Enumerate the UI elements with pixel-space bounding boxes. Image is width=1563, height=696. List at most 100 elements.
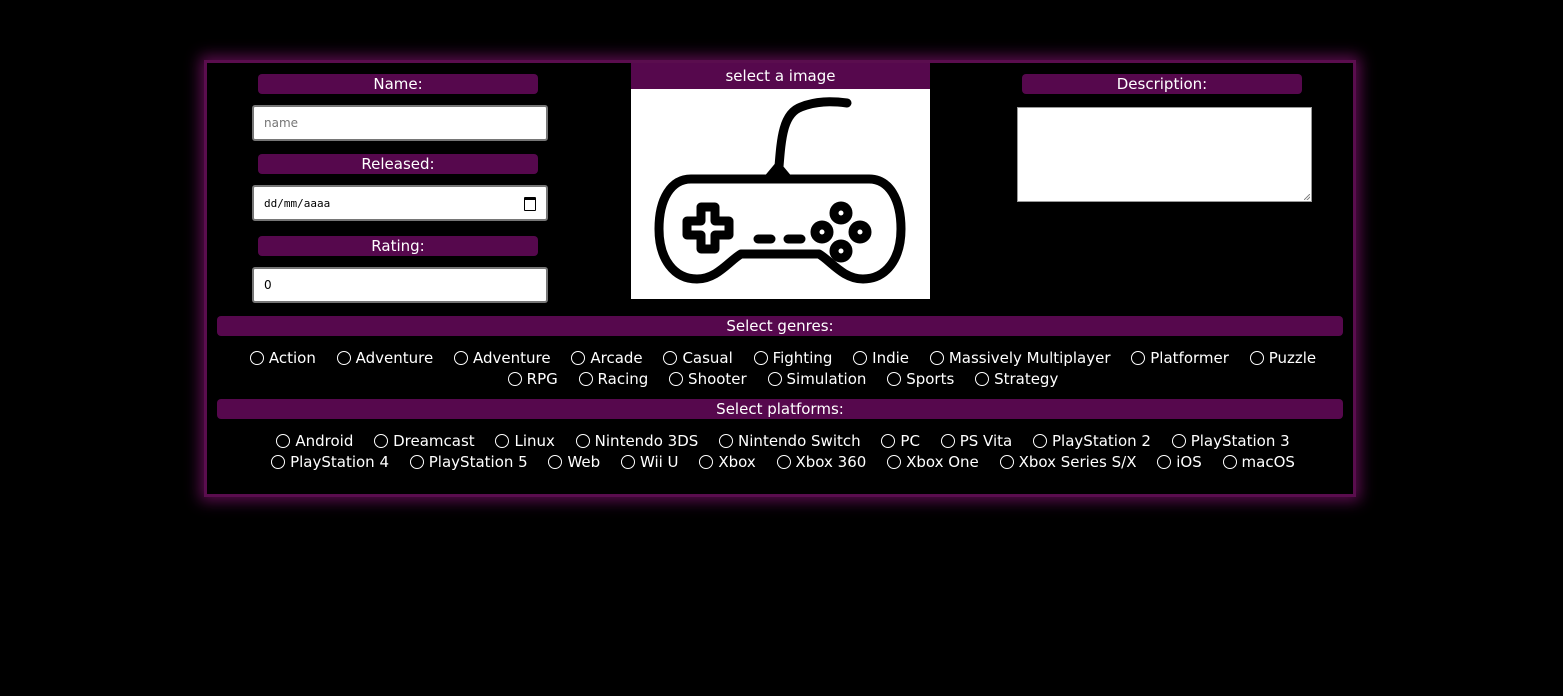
genre-radio[interactable] (336, 351, 351, 365)
platform-option[interactable]: Android (276, 431, 353, 452)
platform-radio[interactable] (1157, 455, 1172, 469)
genre-option-label: Arcade (590, 349, 643, 367)
platform-radio[interactable] (1222, 455, 1237, 469)
genre-radio[interactable] (578, 372, 593, 386)
platform-option[interactable]: Nintendo 3DS (575, 431, 698, 452)
genres-title: Select genres: (217, 316, 1343, 336)
platform-option[interactable]: macOS (1222, 452, 1295, 473)
platform-radio[interactable] (409, 455, 424, 469)
genre-radio[interactable] (975, 372, 990, 386)
platform-option[interactable]: Wii U (620, 452, 679, 473)
platform-option[interactable]: PS Vita (940, 431, 1012, 452)
genre-radio[interactable] (669, 372, 684, 386)
genre-option-label: Casual (682, 349, 733, 367)
genre-option[interactable]: Puzzle (1249, 348, 1316, 369)
genre-option[interactable]: Adventure (453, 348, 551, 369)
platform-radio[interactable] (719, 434, 734, 448)
platform-option-label: PlayStation 5 (428, 453, 528, 471)
genre-option[interactable]: Adventure (336, 348, 433, 369)
description-textarea[interactable] (1017, 107, 1312, 202)
genre-radio[interactable] (929, 351, 944, 365)
platform-radio[interactable] (495, 434, 510, 448)
genre-option[interactable]: Racing (578, 369, 649, 390)
platform-option-label: PlayStation 3 (1190, 432, 1290, 450)
platform-option-label: Web (567, 453, 601, 471)
platform-option-label: Xbox 360 (795, 453, 867, 471)
platform-option[interactable]: PlayStation 2 (1033, 431, 1151, 452)
platform-radio[interactable] (374, 434, 389, 448)
genre-radio[interactable] (767, 372, 782, 386)
genre-radio[interactable] (571, 351, 586, 365)
platform-option[interactable]: PlayStation 3 (1171, 431, 1290, 452)
gamepad-icon (654, 97, 906, 284)
platform-radio[interactable] (620, 455, 635, 469)
platform-option[interactable]: PlayStation 4 (271, 452, 389, 473)
released-label: Released: (258, 154, 538, 174)
image-preview[interactable] (631, 89, 930, 299)
platform-option[interactable]: Linux (495, 431, 555, 452)
platform-option-label: Xbox (718, 453, 756, 471)
genre-option[interactable]: Platformer (1131, 348, 1229, 369)
platform-radio[interactable] (887, 455, 902, 469)
genre-option[interactable]: Simulation (767, 369, 866, 390)
platform-option[interactable]: Xbox One (887, 452, 979, 473)
platform-option[interactable]: Xbox (699, 452, 756, 473)
genre-option-label: Fighting (772, 349, 833, 367)
name-label: Name: (258, 74, 538, 94)
platform-radio[interactable] (276, 434, 291, 448)
genre-option-label: Racing (597, 370, 649, 388)
resize-grip-icon[interactable] (1304, 194, 1310, 200)
genre-radio[interactable] (507, 372, 522, 386)
genre-option[interactable]: Casual (663, 348, 733, 369)
platforms-list: Android Dreamcast Linux Nintendo 3DS Nin… (222, 431, 1344, 473)
platform-radio[interactable] (881, 434, 896, 448)
genre-radio[interactable] (853, 351, 868, 365)
genre-option[interactable]: Fighting (753, 348, 833, 369)
genre-radio[interactable] (453, 351, 468, 365)
platform-radio[interactable] (548, 455, 563, 469)
platform-radio[interactable] (1171, 434, 1186, 448)
platform-option-label: Dreamcast (393, 432, 475, 450)
platform-option-label: iOS (1176, 453, 1202, 471)
platform-option[interactable]: Dreamcast (374, 431, 475, 452)
genre-option[interactable]: Strategy (975, 369, 1058, 390)
genre-radio[interactable] (1249, 351, 1264, 365)
genre-option-label: Indie (872, 349, 910, 367)
platform-option[interactable]: Xbox Series S/X (999, 452, 1136, 473)
genre-radio[interactable] (753, 351, 768, 365)
platform-radio[interactable] (575, 434, 590, 448)
genre-option[interactable]: RPG (507, 369, 558, 390)
name-input[interactable]: name (252, 105, 548, 141)
name-placeholder: name (264, 116, 299, 130)
platform-radio[interactable] (1033, 434, 1048, 448)
rating-value: 0 (264, 278, 272, 292)
platform-option-label: PC (900, 432, 920, 450)
genre-option[interactable]: Massively Multiplayer (929, 348, 1110, 369)
rating-input[interactable]: 0 (252, 267, 548, 303)
genre-option[interactable]: Sports (887, 369, 954, 390)
genre-radio[interactable] (663, 351, 678, 365)
released-date-input[interactable]: dd/mm/aaaa (252, 185, 548, 221)
platform-option[interactable]: PlayStation 5 (409, 452, 528, 473)
genre-radio[interactable] (249, 351, 264, 365)
platform-option[interactable]: Xbox 360 (776, 452, 867, 473)
platform-radio[interactable] (271, 455, 286, 469)
platform-radio[interactable] (699, 455, 714, 469)
platform-radio[interactable] (999, 455, 1014, 469)
platform-option[interactable]: iOS (1157, 452, 1202, 473)
platform-radio[interactable] (776, 455, 791, 469)
calendar-icon[interactable] (524, 197, 536, 211)
genre-option[interactable]: Shooter (669, 369, 747, 390)
genre-option-label: RPG (526, 370, 558, 388)
platform-option[interactable]: PC (881, 431, 920, 452)
platform-radio[interactable] (940, 434, 955, 448)
genre-radio[interactable] (1131, 351, 1146, 365)
genre-option[interactable]: Arcade (571, 348, 643, 369)
genre-option-label: Strategy (994, 370, 1059, 388)
platform-option[interactable]: Nintendo Switch (719, 431, 861, 452)
platform-option[interactable]: Web (548, 452, 600, 473)
genre-option[interactable]: Action (249, 348, 316, 369)
genre-option[interactable]: Indie (853, 348, 909, 369)
genre-radio[interactable] (887, 372, 902, 386)
image-selector[interactable]: select a image (631, 63, 930, 299)
